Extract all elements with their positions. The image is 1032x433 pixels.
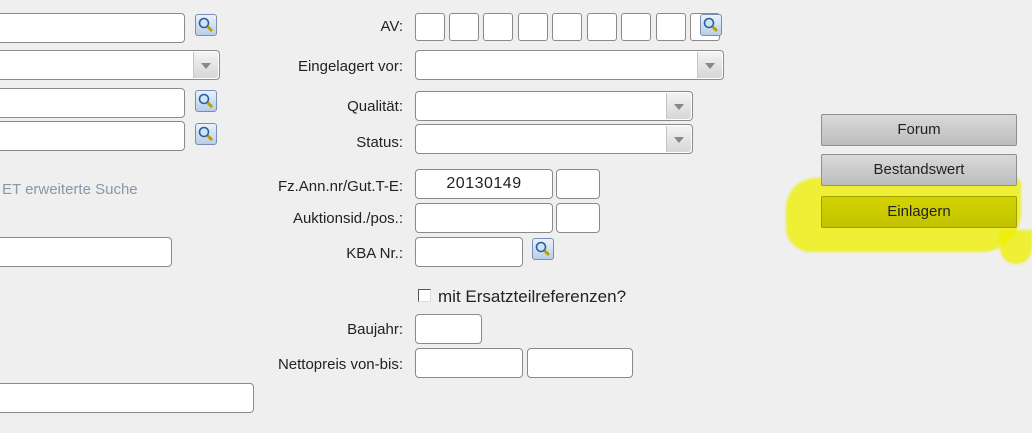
- qualitaet-label: Qualität:: [347, 98, 403, 115]
- bestandswert-button[interactable]: Bestandswert: [821, 154, 1017, 186]
- eingelagert-vor-select[interactable]: [415, 50, 724, 80]
- fz-ann-nr-input[interactable]: 20130149: [415, 169, 553, 199]
- av-box[interactable]: [656, 13, 686, 41]
- ersatzteil-label: mit Ersatzteilreferenzen?: [438, 287, 627, 306]
- av-box[interactable]: [621, 13, 651, 41]
- av-box[interactable]: [518, 13, 548, 41]
- qualitaet-select[interactable]: [415, 91, 693, 121]
- nettopreis-from-input[interactable]: [415, 348, 523, 378]
- fz-ann-nr-label: Fz.Ann.nr/Gut.T-E:: [277, 178, 403, 195]
- fz-ann-nr-suffix-input[interactable]: [556, 169, 600, 199]
- av-box[interactable]: [552, 13, 582, 41]
- av-box[interactable]: [483, 13, 513, 41]
- eingelagert-vor-label: Eingelagert vor:: [297, 58, 403, 75]
- chevron-down-icon: [666, 93, 691, 119]
- left-text-field-4[interactable]: [0, 237, 172, 267]
- extended-search-link[interactable]: ET erweiterte Suche: [2, 181, 138, 198]
- ersatzteil-checkbox[interactable]: [418, 289, 431, 302]
- chevron-down-icon: [697, 52, 722, 78]
- fz-ann-nr-value: 20130149: [446, 175, 522, 192]
- left-text-field-3[interactable]: [0, 121, 185, 151]
- left-select-1[interactable]: [0, 50, 220, 80]
- baujahr-label: Baujahr:: [347, 321, 403, 338]
- auktionsid-input[interactable]: [415, 203, 553, 233]
- yellow-marker-highlight-tail: [1000, 230, 1032, 264]
- kba-nr-label: KBA Nr.:: [346, 245, 403, 262]
- einlagern-button[interactable]: Einlagern: [821, 196, 1017, 228]
- kba-lookup-icon[interactable]: [532, 238, 554, 260]
- av-box[interactable]: [415, 13, 445, 41]
- status-label: Status:: [356, 134, 403, 151]
- auktionsid-label: Auktionsid./pos.:: [292, 210, 403, 227]
- nettopreis-to-input[interactable]: [527, 348, 633, 378]
- lookup-icon[interactable]: [195, 123, 217, 145]
- av-box[interactable]: [587, 13, 617, 41]
- lookup-icon[interactable]: [195, 90, 217, 112]
- auktionsid-pos-input[interactable]: [556, 203, 600, 233]
- chevron-down-icon: [666, 126, 691, 152]
- kba-nr-input[interactable]: [415, 237, 523, 267]
- left-text-field-1[interactable]: [0, 13, 185, 43]
- left-text-field-5[interactable]: [0, 383, 254, 413]
- baujahr-input[interactable]: [415, 314, 482, 344]
- av-label: AV:: [380, 18, 403, 35]
- av-box[interactable]: [449, 13, 479, 41]
- left-text-field-2[interactable]: [0, 88, 185, 118]
- lookup-icon[interactable]: [195, 14, 217, 36]
- nettopreis-label: Nettopreis von-bis:: [277, 356, 403, 373]
- av-lookup-icon[interactable]: [700, 14, 722, 36]
- chevron-down-icon: [193, 52, 218, 78]
- forum-button[interactable]: Forum: [821, 114, 1017, 146]
- status-select[interactable]: [415, 124, 693, 154]
